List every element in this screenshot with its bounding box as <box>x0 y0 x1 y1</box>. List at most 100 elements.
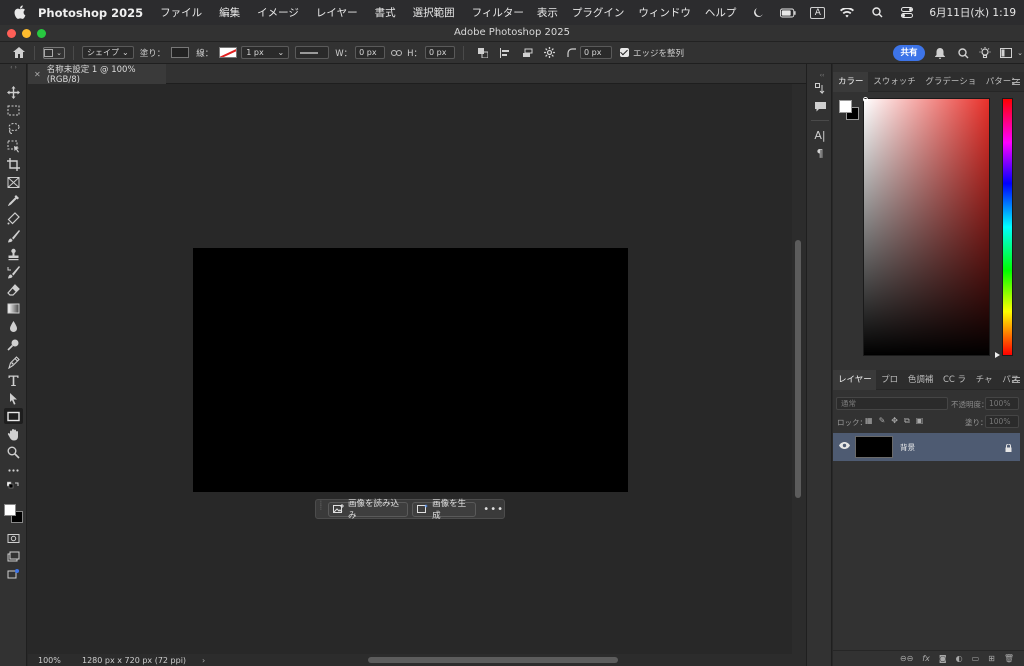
gear-icon[interactable] <box>542 46 556 60</box>
comments-panel-icon[interactable] <box>813 100 827 114</box>
menubar-clock[interactable]: 6月11日(水) 1:19 <box>929 5 1016 20</box>
crop-tool-icon[interactable] <box>4 156 23 172</box>
hue-slider[interactable] <box>1002 98 1013 356</box>
tab-properties[interactable]: プロ <box>876 370 903 390</box>
tab-gradients[interactable]: グラデーショ <box>920 72 980 92</box>
opacity-field[interactable]: 100% <box>985 397 1019 410</box>
layer-name[interactable]: 背景 <box>900 442 915 453</box>
share-button[interactable]: 共有 <box>893 45 925 61</box>
lasso-tool-icon[interactable] <box>4 120 23 136</box>
width-field[interactable]: 0 px <box>355 46 386 59</box>
stroke-width-field[interactable]: 1 px ⌄ <box>241 46 290 59</box>
move-tool-icon[interactable] <box>4 84 23 100</box>
fill-swatch[interactable] <box>171 47 190 58</box>
scrollbar-thumb[interactable] <box>795 240 801 498</box>
document-canvas[interactable] <box>193 248 628 492</box>
layer-style-fx-icon[interactable]: fx <box>922 654 930 663</box>
home-icon[interactable] <box>12 46 26 60</box>
shape-mode-select[interactable]: シェイプ ⌄ <box>82 46 134 59</box>
tab-layers[interactable]: レイヤー <box>833 369 877 390</box>
history-panel-icon[interactable] <box>813 82 827 96</box>
menu-edit[interactable]: 編集 <box>219 5 240 20</box>
menu-filter[interactable]: フィルター <box>472 5 524 20</box>
color-saturation-field[interactable] <box>863 98 990 356</box>
brush-tool-icon[interactable] <box>4 228 23 244</box>
tool-preset-picker[interactable]: ⌄ <box>43 46 65 59</box>
new-group-folder-icon[interactable]: ▭ <box>972 654 980 663</box>
lock-image-pixels-icon[interactable]: ✎ <box>879 416 886 426</box>
stroke-swatch[interactable] <box>219 47 238 58</box>
foreground-color-swatch[interactable] <box>4 504 16 516</box>
lock-all-icon[interactable]: ▣ <box>916 416 924 426</box>
hand-tool-icon[interactable] <box>4 426 23 442</box>
fill-opacity-field[interactable]: 100% <box>985 415 1019 428</box>
spotlight-search-icon[interactable] <box>869 6 885 20</box>
eyedropper-tool-icon[interactable] <box>4 192 23 208</box>
task-bar-grip[interactable]: ⋮ ⋮ <box>318 501 324 516</box>
close-tab-icon[interactable]: ✕ <box>34 70 41 79</box>
document-tab[interactable]: ✕ 名称未設定 1 @ 100% (RGB/8) <box>28 64 166 85</box>
panel-grip[interactable]: ‹‹ <box>815 68 829 82</box>
link-icon[interactable] <box>389 46 403 60</box>
search-icon[interactable] <box>955 45 971 61</box>
menu-image[interactable]: イメージ <box>257 5 299 20</box>
apple-menu-icon[interactable] <box>12 4 28 21</box>
tab-swatches[interactable]: スウォッチ <box>868 72 920 92</box>
link-layers-icon[interactable]: ⊖⊖ <box>900 654 913 663</box>
lock-transparent-pixels-icon[interactable]: ▦ <box>865 416 873 426</box>
generative-expand-icon[interactable] <box>4 566 23 582</box>
chevron-right-icon[interactable]: › <box>202 656 205 665</box>
lock-position-icon[interactable]: ✥ <box>891 416 898 426</box>
discover-lightbulb-icon[interactable] <box>977 45 993 61</box>
color-panel-foreground-swatch[interactable] <box>839 100 852 113</box>
moon-icon[interactable] <box>750 6 766 20</box>
import-image-button[interactable]: 画像を読み込み <box>328 499 409 521</box>
canvas-area[interactable] <box>28 84 792 654</box>
foreground-background-swatches[interactable] <box>4 504 24 524</box>
dodge-tool-icon[interactable] <box>4 336 23 352</box>
height-field[interactable]: 0 px <box>425 46 456 59</box>
rectangle-tool-icon[interactable] <box>4 408 23 424</box>
path-selection-tool-icon[interactable] <box>4 390 23 406</box>
chevron-down-icon[interactable]: ⌄ <box>1012 45 1024 61</box>
pen-tool-icon[interactable] <box>4 354 23 370</box>
adjustment-layer-icon[interactable]: ◐ <box>956 654 963 663</box>
layer-row-background[interactable]: 背景 <box>833 433 1020 461</box>
tab-cc-libraries[interactable]: CC ラ <box>938 370 971 390</box>
tab-channels[interactable]: チャ <box>971 370 998 390</box>
path-operations-icon[interactable] <box>476 46 490 60</box>
panel-grip[interactable]: ‹ › <box>0 64 27 72</box>
rectangular-marquee-tool-icon[interactable] <box>4 102 23 118</box>
edit-toolbar-more-icon[interactable] <box>4 462 23 478</box>
more-options-icon[interactable]: ••• <box>483 504 504 515</box>
lock-artboard-icon[interactable]: ⧉ <box>904 416 910 426</box>
menu-help[interactable]: ヘルプ <box>705 5 737 20</box>
input-source-indicator[interactable]: A <box>810 6 826 19</box>
gradient-tool-icon[interactable] <box>4 300 23 316</box>
battery-icon[interactable] <box>780 6 796 20</box>
hue-slider-marker[interactable] <box>995 352 1000 358</box>
tab-color[interactable]: カラー <box>833 71 869 92</box>
new-layer-icon[interactable]: ⊞ <box>988 654 995 663</box>
menu-plugins[interactable]: プラグイン <box>572 5 625 20</box>
blur-tool-icon[interactable] <box>4 318 23 334</box>
swap-colors-icon[interactable] <box>4 480 23 490</box>
stroke-type-select[interactable] <box>295 46 330 59</box>
history-brush-tool-icon[interactable] <box>4 264 23 280</box>
path-arrangement-icon[interactable] <box>520 46 534 60</box>
object-selection-tool-icon[interactable] <box>4 138 23 154</box>
paragraph-panel-icon[interactable]: ¶ <box>813 146 827 160</box>
zoom-tool-icon[interactable] <box>4 444 23 460</box>
align-edges-checkbox[interactable] <box>620 48 630 57</box>
corner-radius-field[interactable]: 0 px <box>580 46 613 59</box>
control-center-icon[interactable] <box>899 6 915 20</box>
zoom-level-field[interactable]: 100% <box>38 656 80 665</box>
screen-mode-icon[interactable] <box>4 548 23 564</box>
quick-mask-icon[interactable] <box>4 530 23 546</box>
menu-type[interactable]: 書式 <box>375 5 396 20</box>
wifi-icon[interactable] <box>839 6 855 20</box>
tab-adjustments[interactable]: 色調補 <box>903 370 938 390</box>
eye-visibility-icon[interactable] <box>835 442 853 452</box>
add-mask-icon[interactable]: ◙ <box>939 654 947 663</box>
bell-icon[interactable] <box>932 45 948 61</box>
